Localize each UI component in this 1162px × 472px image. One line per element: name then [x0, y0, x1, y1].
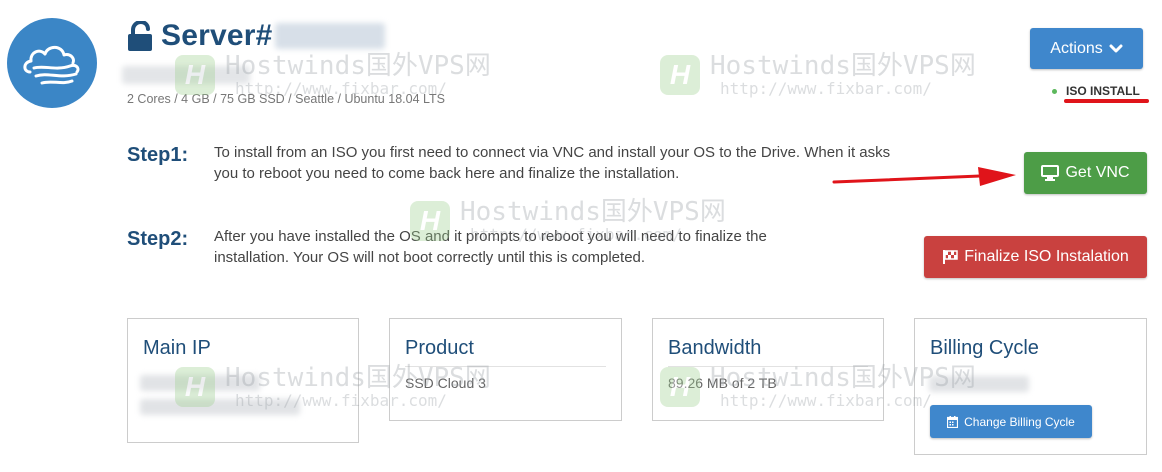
product-value: SSD Cloud 3: [405, 375, 486, 391]
bandwidth-divider: [668, 366, 868, 367]
watermark-badge: H: [660, 55, 700, 95]
step2-text: After you have installed the OS and it p…: [214, 228, 767, 266]
get-vnc-label: Get VNC: [1065, 164, 1130, 181]
server-specs: 2 Cores / 4 GB / 75 GB SSD / Seattle / U…: [127, 92, 445, 106]
redacted-server-id: [274, 23, 385, 49]
watermark-brand: Hostwinds国外VPS网: [710, 51, 976, 81]
redacted-hostname: [122, 66, 250, 84]
unlock-icon: [128, 21, 152, 51]
actions-label: Actions: [1050, 39, 1103, 57]
step1-text: To install from an ISO you first need to…: [214, 144, 891, 182]
redacted-main-ip: [140, 375, 260, 391]
redacted-billing-cycle: [929, 376, 1029, 392]
annotation-arrow: [832, 167, 1016, 186]
redacted-ip-secondary: [140, 399, 300, 415]
main-ip-card: Main IP: [127, 318, 359, 443]
change-billing-cycle-button[interactable]: Change Billing Cycle: [930, 405, 1092, 438]
status-badge: ISO INSTALL: [1052, 84, 1140, 98]
finalize-iso-button[interactable]: Finalize ISO Instalation: [924, 236, 1147, 278]
server-title: Server#: [161, 19, 273, 52]
finalize-iso-label: Finalize ISO Instalation: [964, 248, 1129, 265]
bandwidth-card: Bandwidth 89.26 MB of 2 TB: [652, 318, 884, 421]
product-card: Product SSD Cloud 3: [389, 318, 622, 421]
page-title: Server#: [127, 16, 385, 56]
cloud-wind-icon: [23, 45, 80, 85]
status-dot: [1052, 88, 1057, 94]
step2-label: Step2:: [127, 228, 189, 250]
watermark-brand: Hostwinds国外VPS网: [460, 197, 726, 227]
monitor-icon: [1041, 165, 1060, 181]
annotation-underline: [1064, 99, 1149, 103]
actions-dropdown-button[interactable]: Actions: [1030, 28, 1143, 69]
chevron-down-icon: [1109, 44, 1123, 52]
main-ip-title: Main IP: [143, 337, 211, 359]
watermark-brand: Hostwinds国外VPS网: [225, 51, 491, 81]
flag-checkered-icon: [943, 250, 958, 264]
calendar-icon: [947, 415, 959, 428]
change-billing-cycle-label: Change Billing Cycle: [964, 414, 1075, 429]
company-logo: [7, 18, 97, 108]
billing-cycle-title: Billing Cycle: [930, 337, 1039, 359]
bandwidth-title: Bandwidth: [668, 337, 762, 359]
product-divider: [405, 366, 606, 367]
watermark-url: http://www.fixbar.com/: [720, 79, 932, 98]
get-vnc-button[interactable]: Get VNC: [1024, 152, 1147, 194]
product-title: Product: [405, 337, 474, 359]
watermark: H Hostwinds国外VPS网 http://www.fixbar.com/: [660, 52, 976, 98]
step1-label: Step1:: [127, 144, 189, 166]
status-label: ISO INSTALL: [1066, 84, 1140, 98]
bandwidth-value: 89.26 MB of 2 TB: [668, 375, 777, 391]
